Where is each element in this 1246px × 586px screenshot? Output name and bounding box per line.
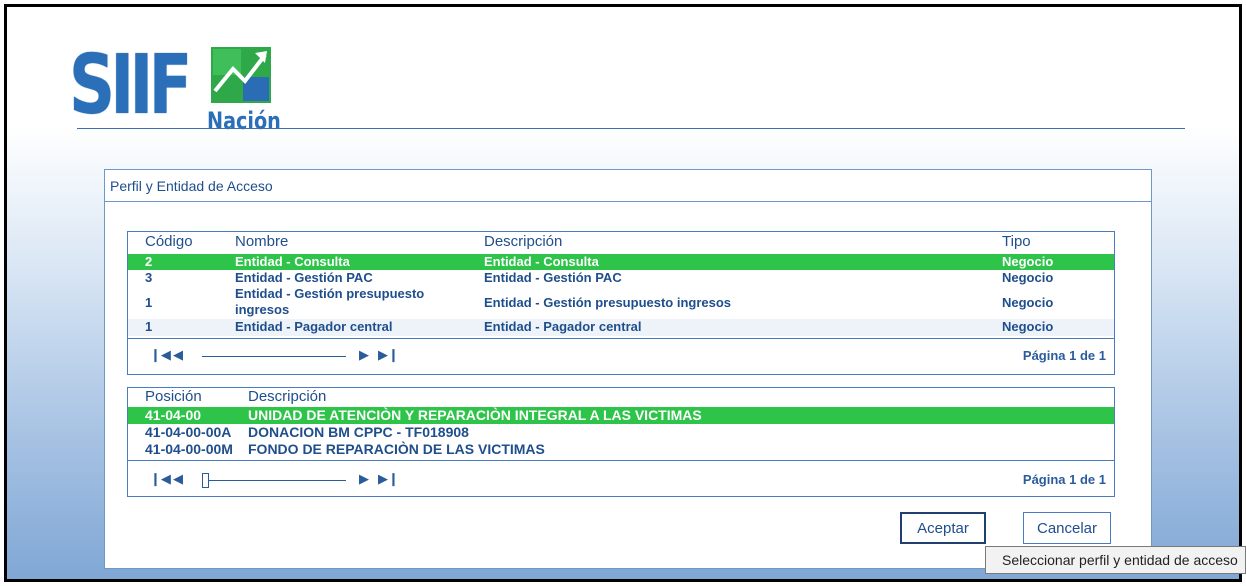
profile-code: 2 — [145, 254, 153, 269]
profiles-pager: ❙◀ ◀ ▶ ▶❙ Página 1 de 1 — [128, 338, 1114, 370]
profiles-grid: Código Nombre Descripción Tipo 2 Entidad… — [127, 231, 1115, 375]
profile-description: Entidad - Consulta — [484, 254, 599, 269]
column-header-description[interactable]: Descripción — [484, 233, 562, 250]
profile-name: Entidad - Pagador central — [235, 319, 393, 334]
tooltip: Seleccionar perfil y entidad de acceso — [985, 546, 1246, 574]
column-header-description[interactable]: Descripción — [248, 388, 326, 405]
last-page-icon[interactable]: ▶❙ — [378, 471, 399, 487]
accept-button[interactable]: Aceptar — [900, 512, 986, 544]
column-header-position[interactable]: Posición — [145, 388, 202, 405]
app-window: SIIF Nación Perfil y Entidad de Acceso C… — [4, 4, 1242, 582]
cancel-button[interactable]: Cancelar — [1023, 512, 1111, 544]
last-page-icon[interactable]: ▶❙ — [378, 347, 399, 363]
position-row[interactable]: 41-04-00-00M FONDO DE REPARACIÒN DE LAS … — [128, 441, 1114, 458]
profile-description: Entidad - Pagador central — [484, 319, 642, 334]
column-header-code[interactable]: Código — [145, 233, 193, 250]
position-description: UNIDAD DE ATENCIÒN Y REPARACIÒN INTEGRAL… — [248, 407, 702, 423]
column-header-type[interactable]: Tipo — [1002, 233, 1031, 250]
pager-track[interactable] — [202, 356, 346, 357]
profile-name: Entidad - Gestión PAC — [235, 270, 373, 285]
pager-label: Página 1 de 1 — [1022, 472, 1106, 487]
profile-description: Entidad - Gestión presupuesto ingresos — [484, 295, 732, 310]
position-description: DONACION BM CPPC - TF018908 — [248, 424, 469, 440]
profile-type: Negocio — [1002, 254, 1054, 269]
dialog-title: Perfil y Entidad de Acceso — [105, 170, 1151, 202]
column-header-name[interactable]: Nombre — [235, 233, 288, 250]
profile-type: Negocio — [1002, 319, 1054, 334]
profile-row[interactable]: 3 Entidad - Gestión PAC Entidad - Gestió… — [128, 270, 1114, 286]
position-description: FONDO DE REPARACIÒN DE LAS VICTIMAS — [248, 441, 545, 457]
profile-name: Entidad - Consulta — [235, 254, 350, 269]
position-row[interactable]: 41-04-00 UNIDAD DE ATENCIÒN Y REPARACIÒN… — [128, 407, 1114, 424]
prev-page-icon[interactable]: ◀ — [173, 471, 183, 487]
profile-name: Entidad - Gestión presupuesto ingresos — [235, 286, 425, 317]
prev-page-icon[interactable]: ◀ — [173, 347, 183, 363]
pager-label: Página 1 de 1 — [1022, 348, 1106, 363]
access-dialog: Perfil y Entidad de Acceso Código Nombre… — [104, 169, 1152, 569]
positions-grid: Posición Descripción 41-04-00 UNIDAD DE … — [127, 387, 1115, 497]
logo-subtitle: Nación — [207, 107, 281, 135]
profile-code: 3 — [145, 270, 153, 285]
position-code: 41-04-00-00A — [145, 424, 232, 440]
profile-row[interactable]: 1 Entidad - Gestión presupuesto ingresos… — [128, 286, 1114, 318]
position-row[interactable]: 41-04-00-00A DONACION BM CPPC - TF018908 — [128, 424, 1114, 441]
next-page-icon[interactable]: ▶ — [359, 471, 369, 487]
pager-track[interactable] — [202, 480, 346, 481]
positions-pager: ❙◀ ◀ ▶ ▶❙ Página 1 de 1 — [128, 460, 1114, 496]
profile-type: Negocio — [1002, 295, 1054, 310]
profile-description: Entidad - Gestión PAC — [484, 270, 622, 285]
profile-type: Negocio — [1002, 270, 1054, 285]
first-page-icon[interactable]: ❙◀ — [150, 471, 171, 487]
profile-row[interactable]: 2 Entidad - Consulta Entidad - Consulta … — [128, 254, 1114, 270]
pager-slider-thumb[interactable] — [202, 473, 209, 488]
profile-code: 1 — [145, 295, 153, 310]
profile-code: 1 — [145, 319, 153, 334]
first-page-icon[interactable]: ❙◀ — [150, 347, 171, 363]
position-code: 41-04-00 — [145, 407, 202, 423]
logo-text: SIIF — [69, 38, 192, 133]
next-page-icon[interactable]: ▶ — [359, 347, 369, 363]
header-divider — [77, 128, 1185, 129]
chart-arrow-icon — [211, 47, 271, 103]
position-code: 41-04-00-00M — [145, 441, 233, 457]
profile-row[interactable]: 1 Entidad - Pagador central Entidad - Pa… — [128, 319, 1114, 336]
siif-logo: SIIF Nación — [69, 41, 299, 141]
